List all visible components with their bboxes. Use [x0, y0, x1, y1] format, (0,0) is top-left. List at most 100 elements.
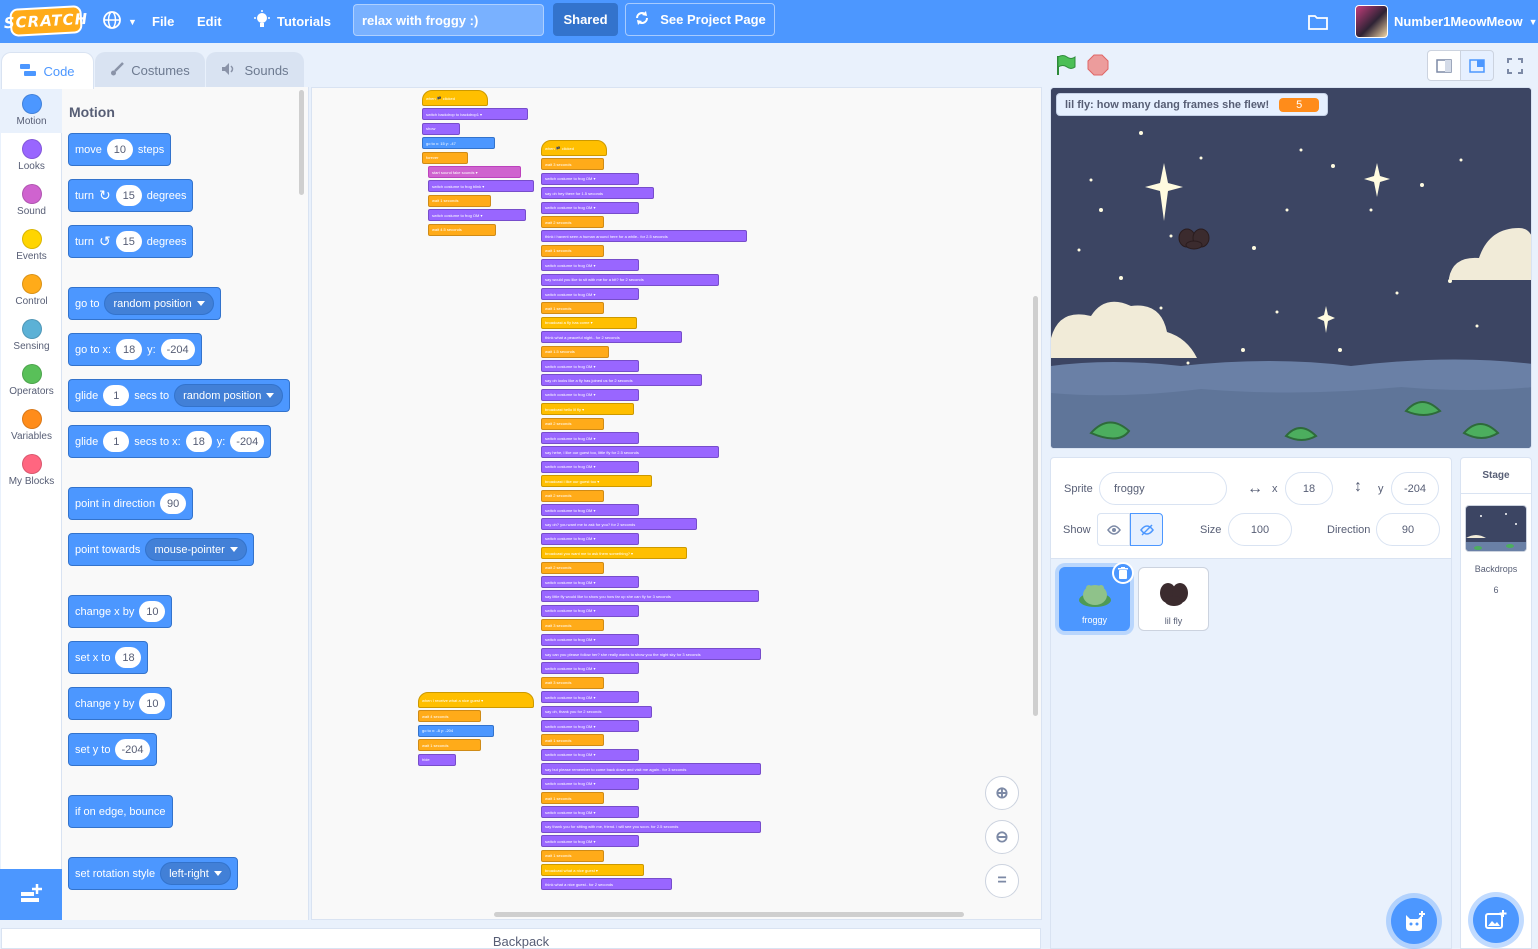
script-block[interactable]: start sound fake sounds ▾: [428, 166, 521, 178]
direction-input[interactable]: 90: [1376, 513, 1440, 546]
script-block[interactable]: broadcast you want me to ask them someth…: [541, 547, 687, 560]
script-block[interactable]: switch costume to frog OM ▾: [541, 504, 639, 516]
show-sprite-button[interactable]: [1097, 513, 1130, 546]
script-block[interactable]: say oh looks like a fly has joined us fo…: [541, 374, 702, 387]
script-block[interactable]: show: [422, 122, 460, 135]
block-input[interactable]: 18: [116, 339, 143, 360]
green-flag-button[interactable]: [1055, 54, 1077, 79]
category-sound[interactable]: Sound: [1, 179, 62, 223]
my-stuff-folder-icon[interactable]: [1308, 0, 1328, 43]
go-to-xy-block[interactable]: go to x: 18 y: -204: [68, 333, 202, 366]
glide-to-xy-block[interactable]: glide 1 secs to x: 18 y: -204: [68, 425, 272, 458]
zoom-in-button[interactable]: ⊕: [985, 776, 1019, 810]
block-input[interactable]: 10: [139, 601, 166, 622]
glide-to-block[interactable]: glide 1 secs to random position: [68, 379, 291, 412]
script-block[interactable]: broadcast i like our guest too ▾: [541, 475, 652, 488]
script-block[interactable]: wait 1 seconds: [428, 194, 491, 207]
block-input[interactable]: 15: [115, 185, 142, 206]
script-block[interactable]: switch costume to frog OM ▾: [541, 576, 639, 588]
script-block[interactable]: when I receive what a nice guest ▾: [418, 692, 534, 708]
edit-menu[interactable]: Edit: [197, 0, 222, 43]
script-block[interactable]: wait 4.5 seconds: [428, 223, 496, 236]
script-block[interactable]: wait 1 seconds: [541, 302, 604, 315]
script-block[interactable]: go to x: -8 y: -204: [418, 724, 494, 737]
shared-button[interactable]: Shared: [553, 3, 618, 36]
category-motion[interactable]: Motion: [1, 89, 62, 133]
go-to-block[interactable]: go to random position: [68, 287, 221, 320]
block-input[interactable]: 10: [139, 693, 166, 714]
script-block[interactable]: say oh hey there for 1.5 seconds: [541, 187, 654, 200]
script-block[interactable]: wait 4 seconds: [418, 710, 481, 723]
script-block[interactable]: switch backdrop to backdrop1 ▾: [422, 108, 528, 121]
category-sensing[interactable]: Sensing: [1, 314, 62, 358]
block-input[interactable]: -204: [115, 739, 150, 760]
script-block[interactable]: broadcast a fly has come ▾: [541, 316, 637, 329]
script-block[interactable]: switch costume to frog OM ▾: [541, 720, 639, 732]
block-dropdown[interactable]: random position: [174, 384, 284, 407]
point-in-direction-block[interactable]: point in direction 90: [68, 487, 194, 520]
script-block[interactable]: say would you like to sit with me for a …: [541, 273, 719, 286]
choose-sprite-button[interactable]: [1391, 898, 1437, 944]
script-block[interactable]: switch costume to frog OM ▾: [541, 259, 639, 272]
x-input[interactable]: 18: [1285, 472, 1333, 505]
script-block[interactable]: wait 2 seconds: [541, 216, 604, 228]
script-block[interactable]: say hehe, i like our guest too, little f…: [541, 446, 719, 459]
category-my-blocks[interactable]: My Blocks: [1, 449, 62, 493]
stage-target-panel[interactable]: Stage Backdrops 6: [1460, 457, 1532, 949]
add-extension-button[interactable]: [0, 869, 62, 920]
script-block[interactable]: say oh, thank you for 2 seconds: [541, 705, 652, 718]
rotation-style-block[interactable]: set rotation style left-right: [68, 857, 238, 890]
workspace-horizontal-scrollbar[interactable]: [494, 912, 964, 917]
script-block[interactable]: go to x: 15 y: -47: [422, 137, 495, 150]
script-block[interactable]: switch costume to frog OM ▾: [541, 288, 639, 300]
tab-sounds[interactable]: Sounds: [206, 52, 304, 87]
category-events[interactable]: Events: [1, 224, 62, 268]
delete-sprite-button[interactable]: [1112, 562, 1134, 584]
script-block[interactable]: say thank you for sitting with me, frien…: [541, 820, 761, 833]
script-workspace[interactable]: when 🏴 clicked switch backdrop to backdro…: [311, 87, 1042, 920]
category-control[interactable]: Control: [1, 269, 62, 313]
small-stage-button[interactable]: [1427, 50, 1461, 81]
file-menu[interactable]: File: [152, 0, 174, 43]
variable-monitor[interactable]: lil fly: how many dang frames she flew! …: [1056, 93, 1329, 116]
size-input[interactable]: 100: [1228, 513, 1292, 546]
script-block[interactable]: think what a peaceful night.. for 2 seco…: [541, 331, 682, 344]
script-block[interactable]: switch costume to frog OM ▾: [541, 691, 639, 704]
script-block[interactable]: wait 1.5 seconds: [541, 345, 609, 358]
scratch-logo[interactable]: SCRATCH: [3, 5, 89, 37]
workspace-vertical-scrollbar[interactable]: [1033, 296, 1038, 716]
block-input[interactable]: 18: [115, 647, 142, 668]
change-y-block[interactable]: change y by 10: [68, 687, 173, 720]
account-menu[interactable]: Number1MeowMeow ▼: [1355, 0, 1538, 43]
see-project-page-button[interactable]: See Project Page: [625, 3, 775, 36]
script-block[interactable]: switch costume to frog OM ▾: [541, 172, 639, 185]
script-block[interactable]: wait 1 seconds: [541, 849, 604, 862]
script-block[interactable]: when 🏴 clicked: [422, 90, 488, 106]
bounce-block[interactable]: if on edge, bounce: [68, 795, 173, 828]
script-block[interactable]: switch costume to frog OM ▾: [541, 360, 639, 372]
change-x-block[interactable]: change x by 10: [68, 595, 173, 628]
zoom-out-button[interactable]: ⊖: [985, 820, 1019, 854]
block-input[interactable]: -204: [230, 431, 265, 452]
stage-canvas[interactable]: lil fly: how many dang frames she flew! …: [1050, 87, 1532, 449]
script-block[interactable]: switch costume to frog OM ▾: [541, 460, 639, 473]
zoom-reset-button[interactable]: =: [985, 864, 1019, 898]
script-block[interactable]: switch costume to frog OM ▾: [541, 835, 639, 848]
script-block[interactable]: broadcast what a nice guest ▾: [541, 864, 644, 876]
large-stage-button[interactable]: [1460, 50, 1494, 81]
hide-sprite-button[interactable]: [1130, 513, 1163, 546]
point-towards-block[interactable]: point towards mouse-pointer: [68, 533, 254, 566]
script-block[interactable]: hide: [418, 753, 456, 766]
script-block[interactable]: wait 3 seconds: [541, 619, 604, 632]
script-block[interactable]: forever: [422, 151, 468, 164]
script-block[interactable]: switch costume to frog blink ▾: [428, 180, 534, 193]
script-block[interactable]: wait 1 seconds: [541, 244, 604, 257]
sprite-tile-lil-fly[interactable]: lil fly: [1138, 567, 1209, 631]
script-block[interactable]: switch costume to frog OM ▾: [541, 201, 639, 214]
sprite-name-input[interactable]: froggy: [1099, 472, 1227, 505]
script-block[interactable]: wait 1 seconds: [418, 739, 481, 752]
choose-backdrop-button[interactable]: [1473, 897, 1519, 943]
block-dropdown[interactable]: mouse-pointer: [145, 538, 247, 561]
language-menu[interactable]: ▼: [102, 0, 137, 43]
script-block[interactable]: switch costume to frog OM ▾: [428, 209, 526, 222]
